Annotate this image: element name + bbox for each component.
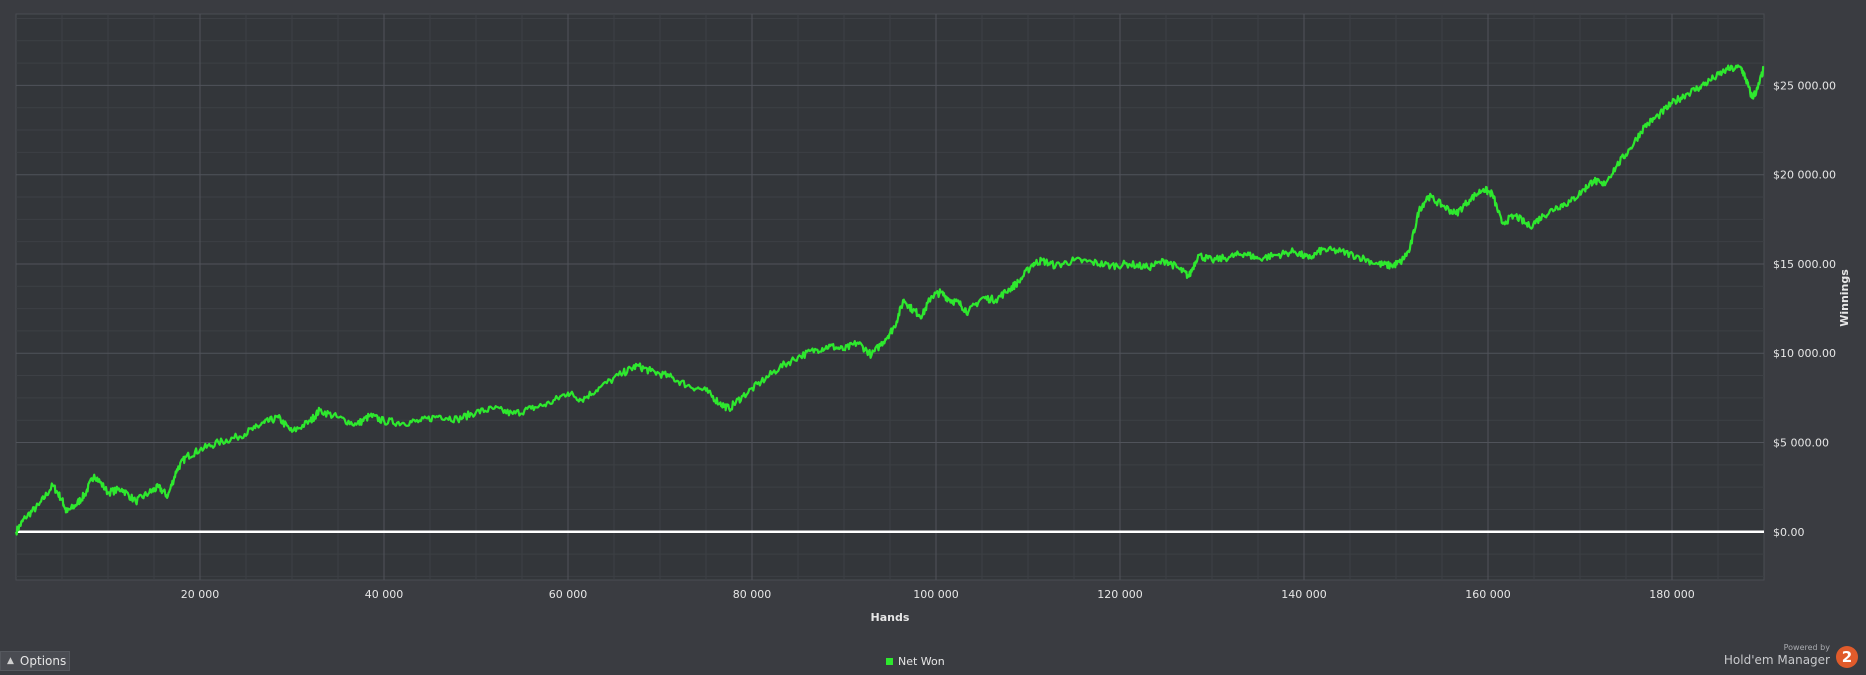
x-tick-label: 120 000 — [1097, 588, 1143, 601]
x-tick-label: 160 000 — [1465, 588, 1511, 601]
x-axis-ticks: 20 000 40 000 60 000 80 000 100 000 120 000 14… — [181, 588, 1695, 601]
x-tick-label: 140 000 — [1281, 588, 1327, 601]
chart-area: 20 000 40 000 60 000 80 000 100 000 120 000 14… — [0, 0, 1866, 671]
x-tick-label: 80 000 — [733, 588, 772, 601]
brand-logo-icon: 2 — [1836, 646, 1858, 668]
y-tick-label: $25 000.00 — [1773, 79, 1836, 92]
x-axis-label: Hands — [871, 611, 910, 624]
brand-name: Hold'em Manager — [1723, 653, 1830, 667]
x-tick-label: 20 000 — [181, 588, 220, 601]
options-button[interactable]: ▲ Options — [0, 651, 70, 671]
y-tick-label: $10 000.00 — [1773, 347, 1836, 360]
winnings-chart: 20 000 40 000 60 000 80 000 100 000 120 000 14… — [14, 13, 1851, 624]
x-tick-label: 100 000 — [913, 588, 959, 601]
options-label: Options — [19, 654, 67, 668]
y-axis-ticks: $0.00 $5 000.00 $10 000.00 $15 000.00 $20 00… — [1773, 79, 1836, 538]
legend: Net Won — [886, 654, 945, 668]
y-axis-label: Winnings — [1838, 269, 1851, 327]
brand-badge: Powered by Hold'em Manager 2 — [1720, 643, 1860, 671]
x-tick-label: 40 000 — [365, 588, 404, 601]
y-tick-label: $20 000.00 — [1773, 169, 1836, 182]
y-tick-label: $0.00 — [1773, 526, 1805, 539]
powered-by-text: Powered by — [1783, 643, 1830, 652]
legend-swatch-net-won — [886, 657, 893, 665]
x-tick-label: 60 000 — [549, 588, 588, 601]
y-tick-label: $5 000.00 — [1773, 437, 1829, 450]
y-tick-label: $15 000.00 — [1773, 258, 1836, 271]
chevron-up-icon: ▲ — [7, 656, 14, 666]
x-tick-label: 180 000 — [1649, 588, 1695, 601]
legend-label-net-won: Net Won — [898, 654, 945, 668]
